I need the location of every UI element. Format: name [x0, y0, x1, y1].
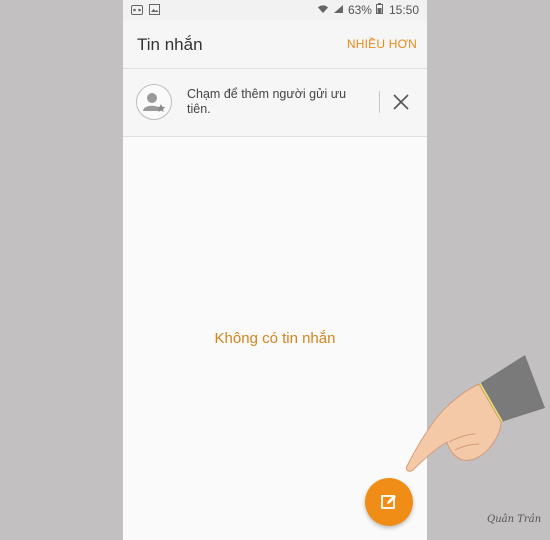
compose-icon	[381, 495, 396, 509]
divider	[379, 91, 380, 113]
voicemail-icon	[131, 4, 143, 18]
phone-screen: 63% 15:50 Tin nhắn NHIỀU HƠN Chạm để thê…	[123, 0, 427, 540]
battery-icon	[375, 3, 383, 17]
empty-message: Không có tin nhắn	[214, 330, 336, 347]
priority-sender-banner[interactable]: Chạm để thêm người gửi ưu tiên.	[123, 69, 427, 137]
image-icon	[149, 4, 160, 18]
app-bar: Tin nhắn NHIỀU HƠN	[123, 20, 427, 69]
status-bar: 63% 15:50	[123, 0, 427, 20]
close-icon[interactable]	[391, 92, 411, 112]
battery-percent: 63%	[347, 3, 372, 17]
more-button[interactable]: NHIỀU HƠN	[347, 37, 417, 51]
priority-sender-hint: Chạm để thêm người gửi ưu tiên.	[187, 87, 347, 116]
pointing-hand-illustration	[405, 350, 550, 480]
page-title: Tin nhắn	[137, 35, 203, 54]
signal-icon	[333, 3, 344, 17]
priority-contact-icon[interactable]	[136, 84, 172, 120]
watermark-signature: Quân Trần	[487, 514, 542, 525]
compose-button[interactable]	[365, 478, 413, 526]
wifi-icon	[317, 3, 329, 17]
clock: 15:50	[388, 3, 419, 17]
